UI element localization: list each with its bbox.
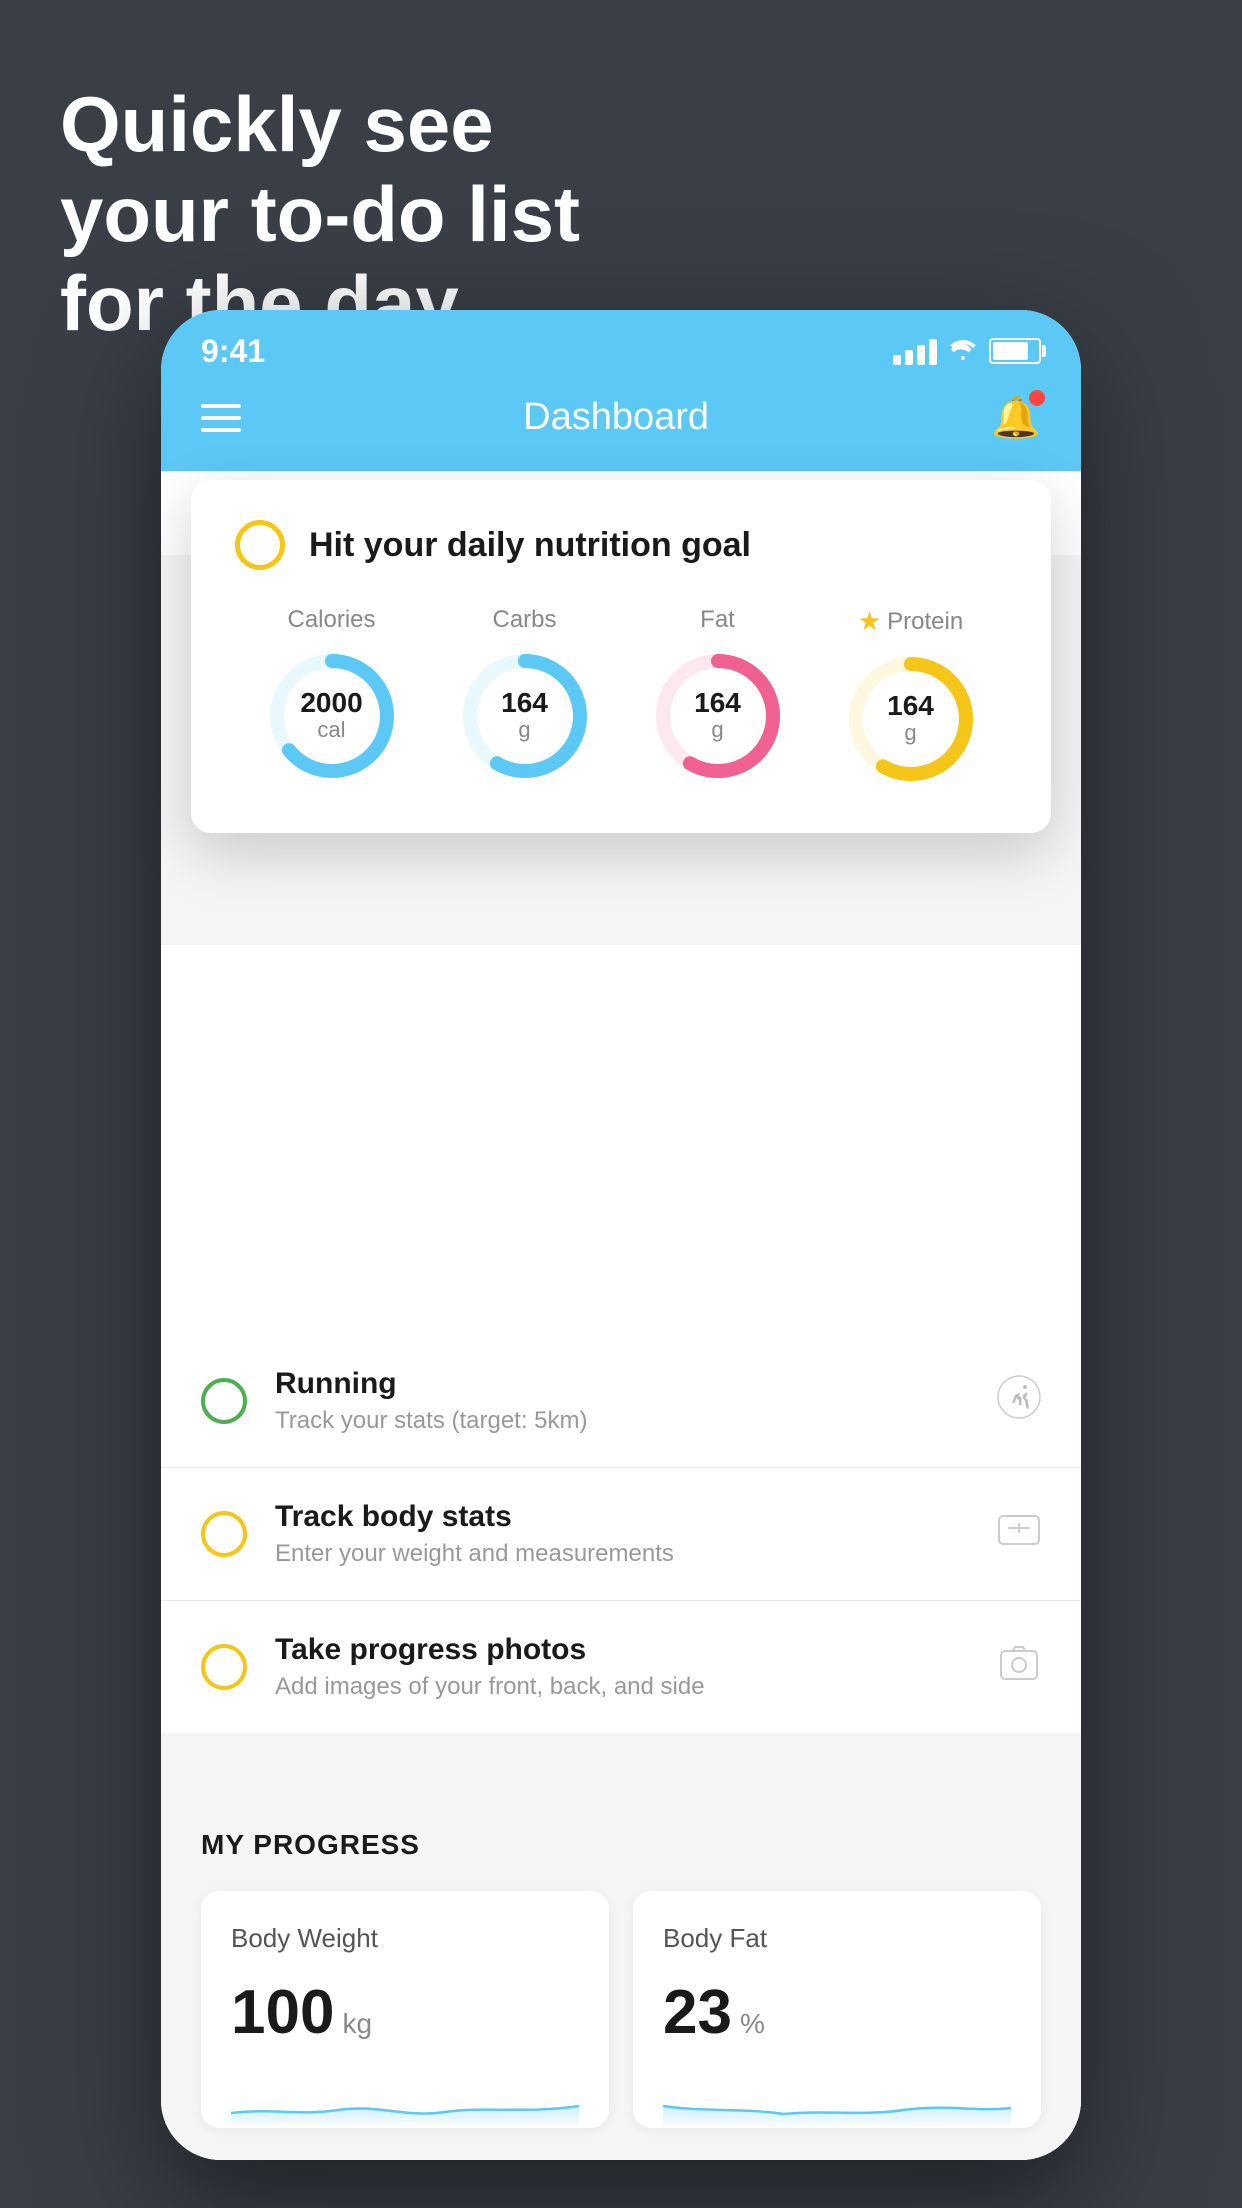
notification-bell[interactable]: 🔔 bbox=[991, 394, 1041, 441]
todo-subtitle-body-stats: Enter your weight and measurements bbox=[275, 1540, 997, 1568]
todo-text-running: Running Track your stats (target: 5km) bbox=[275, 1367, 997, 1435]
todo-item-photos[interactable]: Take progress photos Add images of your … bbox=[161, 1601, 1081, 1733]
nutrition-item-fat: Fat 164 g bbox=[648, 606, 788, 786]
progress-section: MY PROGRESS Body Weight 100 kg bbox=[161, 1781, 1081, 2160]
app-header: Dashboard 🔔 bbox=[161, 374, 1081, 471]
hamburger-menu[interactable] bbox=[201, 404, 241, 432]
signal-icon bbox=[893, 337, 937, 365]
notification-dot bbox=[1029, 390, 1045, 406]
progress-fat-value-row: 23 % bbox=[663, 1982, 1011, 2044]
header-title: Dashboard bbox=[523, 396, 709, 439]
background-headline: Quickly see your to-do list for the day. bbox=[60, 80, 580, 349]
calories-donut: 2000 cal bbox=[262, 646, 402, 786]
star-icon: ★ bbox=[858, 606, 881, 637]
nutrition-item-calories: Calories 2000 cal bbox=[262, 606, 402, 786]
progress-weight-value: 100 bbox=[231, 1982, 334, 2044]
protein-label: ★ Protein bbox=[858, 606, 963, 637]
nutrition-card: Hit your daily nutrition goal Calories 2… bbox=[191, 480, 1051, 833]
todo-title-body-stats: Track body stats bbox=[275, 1500, 997, 1534]
todo-list: Running Track your stats (target: 5km) bbox=[161, 945, 1081, 2160]
todo-check-photos[interactable] bbox=[201, 1644, 247, 1690]
todo-subtitle-photos: Add images of your front, back, and side bbox=[275, 1673, 997, 1701]
fat-label: Fat bbox=[700, 606, 735, 634]
nutrition-item-protein: ★ Protein 164 g bbox=[841, 606, 981, 789]
todo-title-photos: Take progress photos bbox=[275, 1633, 997, 1667]
running-icon bbox=[997, 1375, 1041, 1428]
fat-donut: 164 g bbox=[648, 646, 788, 786]
todo-check-running[interactable] bbox=[201, 1378, 247, 1424]
wifi-icon bbox=[947, 335, 979, 367]
status-icons bbox=[893, 335, 1041, 367]
status-time: 9:41 bbox=[201, 333, 265, 370]
progress-weight-value-row: 100 kg bbox=[231, 1982, 579, 2044]
fat-sparkline bbox=[663, 2068, 1011, 2128]
nutrition-item-carbs: Carbs 164 g bbox=[455, 606, 595, 786]
carbs-donut: 164 g bbox=[455, 646, 595, 786]
todo-text-photos: Take progress photos Add images of your … bbox=[275, 1633, 997, 1701]
progress-section-title: MY PROGRESS bbox=[201, 1829, 1041, 1861]
calories-label: Calories bbox=[287, 606, 375, 634]
progress-card-fat-title: Body Fat bbox=[663, 1923, 1011, 1954]
progress-weight-unit: kg bbox=[342, 2008, 372, 2040]
nutrition-circles: Calories 2000 cal Carbs bbox=[235, 606, 1007, 789]
status-bar: 9:41 bbox=[161, 310, 1081, 374]
battery-icon bbox=[989, 338, 1041, 364]
photo-icon bbox=[997, 1641, 1041, 1694]
progress-cards: Body Weight 100 kg bbox=[201, 1891, 1041, 2128]
progress-card-fat[interactable]: Body Fat 23 % bbox=[633, 1891, 1041, 2128]
nutrition-card-header: Hit your daily nutrition goal bbox=[235, 520, 1007, 570]
progress-card-weight[interactable]: Body Weight 100 kg bbox=[201, 1891, 609, 2128]
progress-fat-value: 23 bbox=[663, 1982, 732, 2044]
protein-donut: 164 g bbox=[841, 649, 981, 789]
carbs-label: Carbs bbox=[492, 606, 556, 634]
todo-subtitle-running: Track your stats (target: 5km) bbox=[275, 1407, 997, 1435]
nutrition-circle-indicator bbox=[235, 520, 285, 570]
todo-text-body-stats: Track body stats Enter your weight and m… bbox=[275, 1500, 997, 1568]
progress-card-weight-title: Body Weight bbox=[231, 1923, 579, 1954]
scale-icon bbox=[997, 1508, 1041, 1561]
nutrition-card-title: Hit your daily nutrition goal bbox=[309, 526, 751, 565]
todo-check-body-stats[interactable] bbox=[201, 1511, 247, 1557]
weight-sparkline bbox=[231, 2068, 579, 2128]
todo-item-body-stats[interactable]: Track body stats Enter your weight and m… bbox=[161, 1468, 1081, 1601]
todo-title-running: Running bbox=[275, 1367, 997, 1401]
progress-fat-unit: % bbox=[740, 2008, 765, 2040]
todo-item-running[interactable]: Running Track your stats (target: 5km) bbox=[161, 1335, 1081, 1468]
